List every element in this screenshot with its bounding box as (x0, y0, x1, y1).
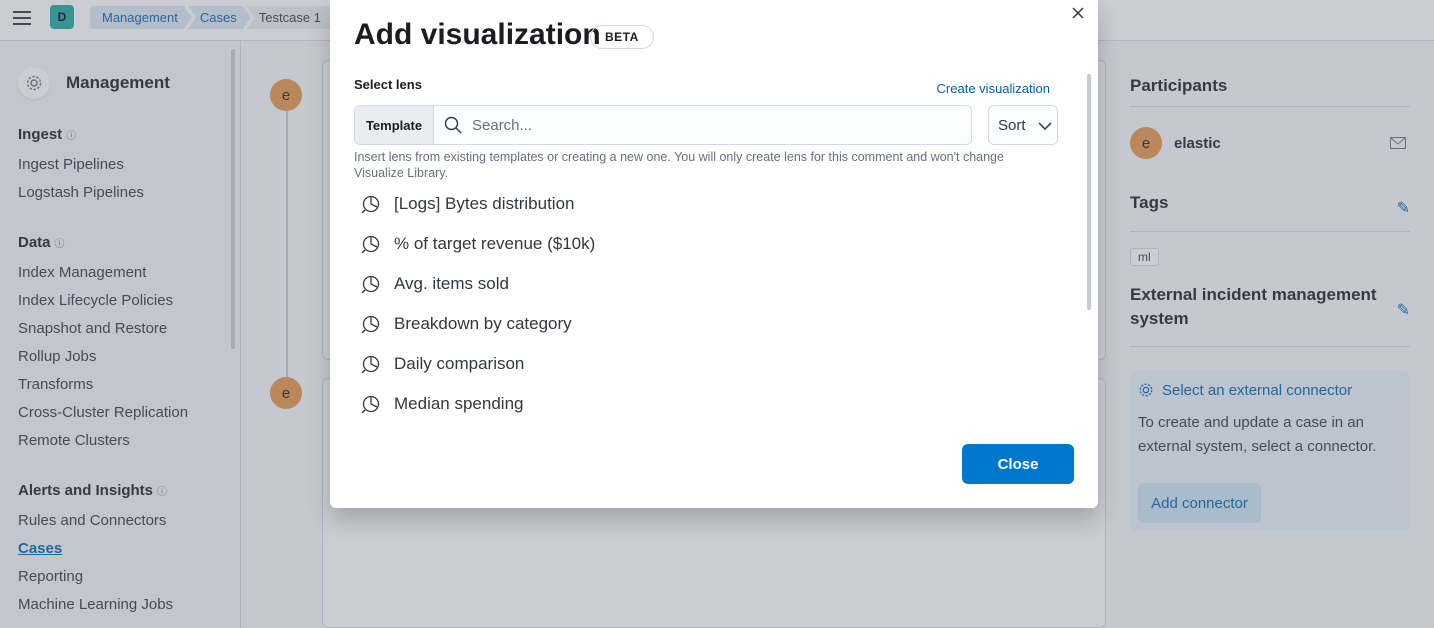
modal-title: Add visualization (354, 18, 601, 51)
list-item[interactable]: % of target revenue ($10k) (354, 225, 1034, 263)
lens-icon (361, 195, 380, 214)
sort-dropdown[interactable]: Sort (988, 105, 1058, 145)
lens-icon (361, 395, 380, 414)
lens-search-group: Template (354, 105, 972, 145)
create-visualization-link[interactable]: Create visualization (937, 81, 1050, 96)
lens-label: Median spending (394, 394, 524, 413)
sort-label: Sort (998, 116, 1026, 134)
lens-label: Breakdown by category (394, 314, 572, 333)
lens-icon (361, 355, 380, 374)
lens-label: Daily comparison (394, 354, 525, 373)
list-item[interactable]: Breakdown by category (354, 305, 1034, 343)
close-icon[interactable] (1068, 4, 1088, 24)
lens-icon (361, 315, 380, 334)
add-visualization-modal: Add visualization BETA Select lens Creat… (330, 0, 1098, 508)
lens-icon (361, 275, 380, 294)
list-item[interactable]: Median spending (354, 385, 1034, 423)
search-icon (444, 116, 462, 139)
close-button[interactable]: Close (962, 444, 1074, 484)
template-prepend: Template (355, 106, 434, 144)
lens-label: % of target revenue ($10k) (394, 234, 596, 253)
list-item[interactable]: Daily comparison (354, 345, 1034, 383)
lens-label: Avg. items sold (394, 274, 509, 293)
select-lens-label: Select lens (354, 77, 422, 92)
lens-label: [Logs] Bytes distribution (394, 194, 575, 213)
list-item[interactable]: [Logs] Bytes distribution (354, 185, 1034, 223)
chevron-down-icon (1037, 117, 1052, 134)
lens-icon (361, 235, 380, 254)
list-item[interactable]: Avg. items sold (354, 265, 1034, 303)
help-text: Insert lens from existing templates or c… (354, 150, 1004, 180)
modal-scrollbar[interactable] (1087, 74, 1091, 310)
beta-badge: BETA (590, 25, 654, 49)
search-field[interactable] (434, 106, 971, 144)
search-input[interactable] (472, 106, 952, 144)
